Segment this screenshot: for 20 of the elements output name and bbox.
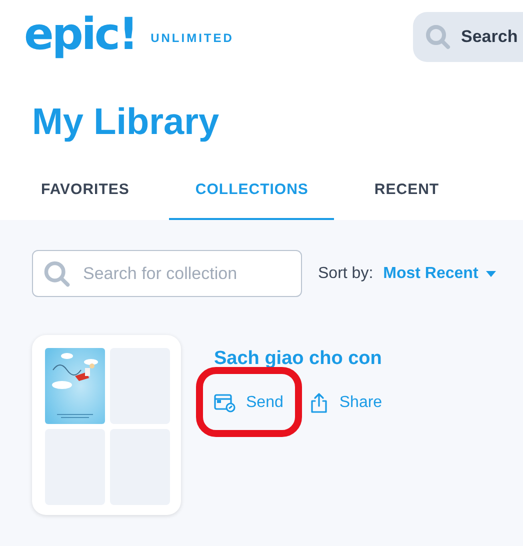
logo[interactable]: epic! — [24, 12, 137, 58]
send-icon — [214, 392, 236, 412]
share-button[interactable]: Share — [309, 390, 382, 416]
search-input[interactable]: Search — [461, 12, 523, 62]
tab[interactable]: RECENT — [358, 162, 456, 220]
collection-title[interactable]: Sach giao cho con — [214, 345, 382, 374]
send-button[interactable]: Send — [214, 390, 284, 416]
collection-card[interactable] — [32, 335, 181, 515]
collection-search-field[interactable]: Search for collection — [32, 250, 302, 297]
sort-dropdown[interactable]: Most Recent — [383, 262, 496, 286]
search-icon — [425, 24, 451, 50]
caret-icon — [486, 270, 496, 276]
share-icon — [309, 392, 330, 414]
search-icon — [43, 260, 71, 288]
page-title: My Library — [31, 100, 220, 144]
collection-search-input[interactable]: Search for collection — [83, 251, 291, 296]
tab[interactable]: FAVORITES — [25, 162, 146, 220]
plan-label: UNLIMITED — [150, 30, 234, 47]
sort-label: Sort by: — [318, 264, 374, 284]
search-field[interactable]: Search — [413, 12, 523, 62]
